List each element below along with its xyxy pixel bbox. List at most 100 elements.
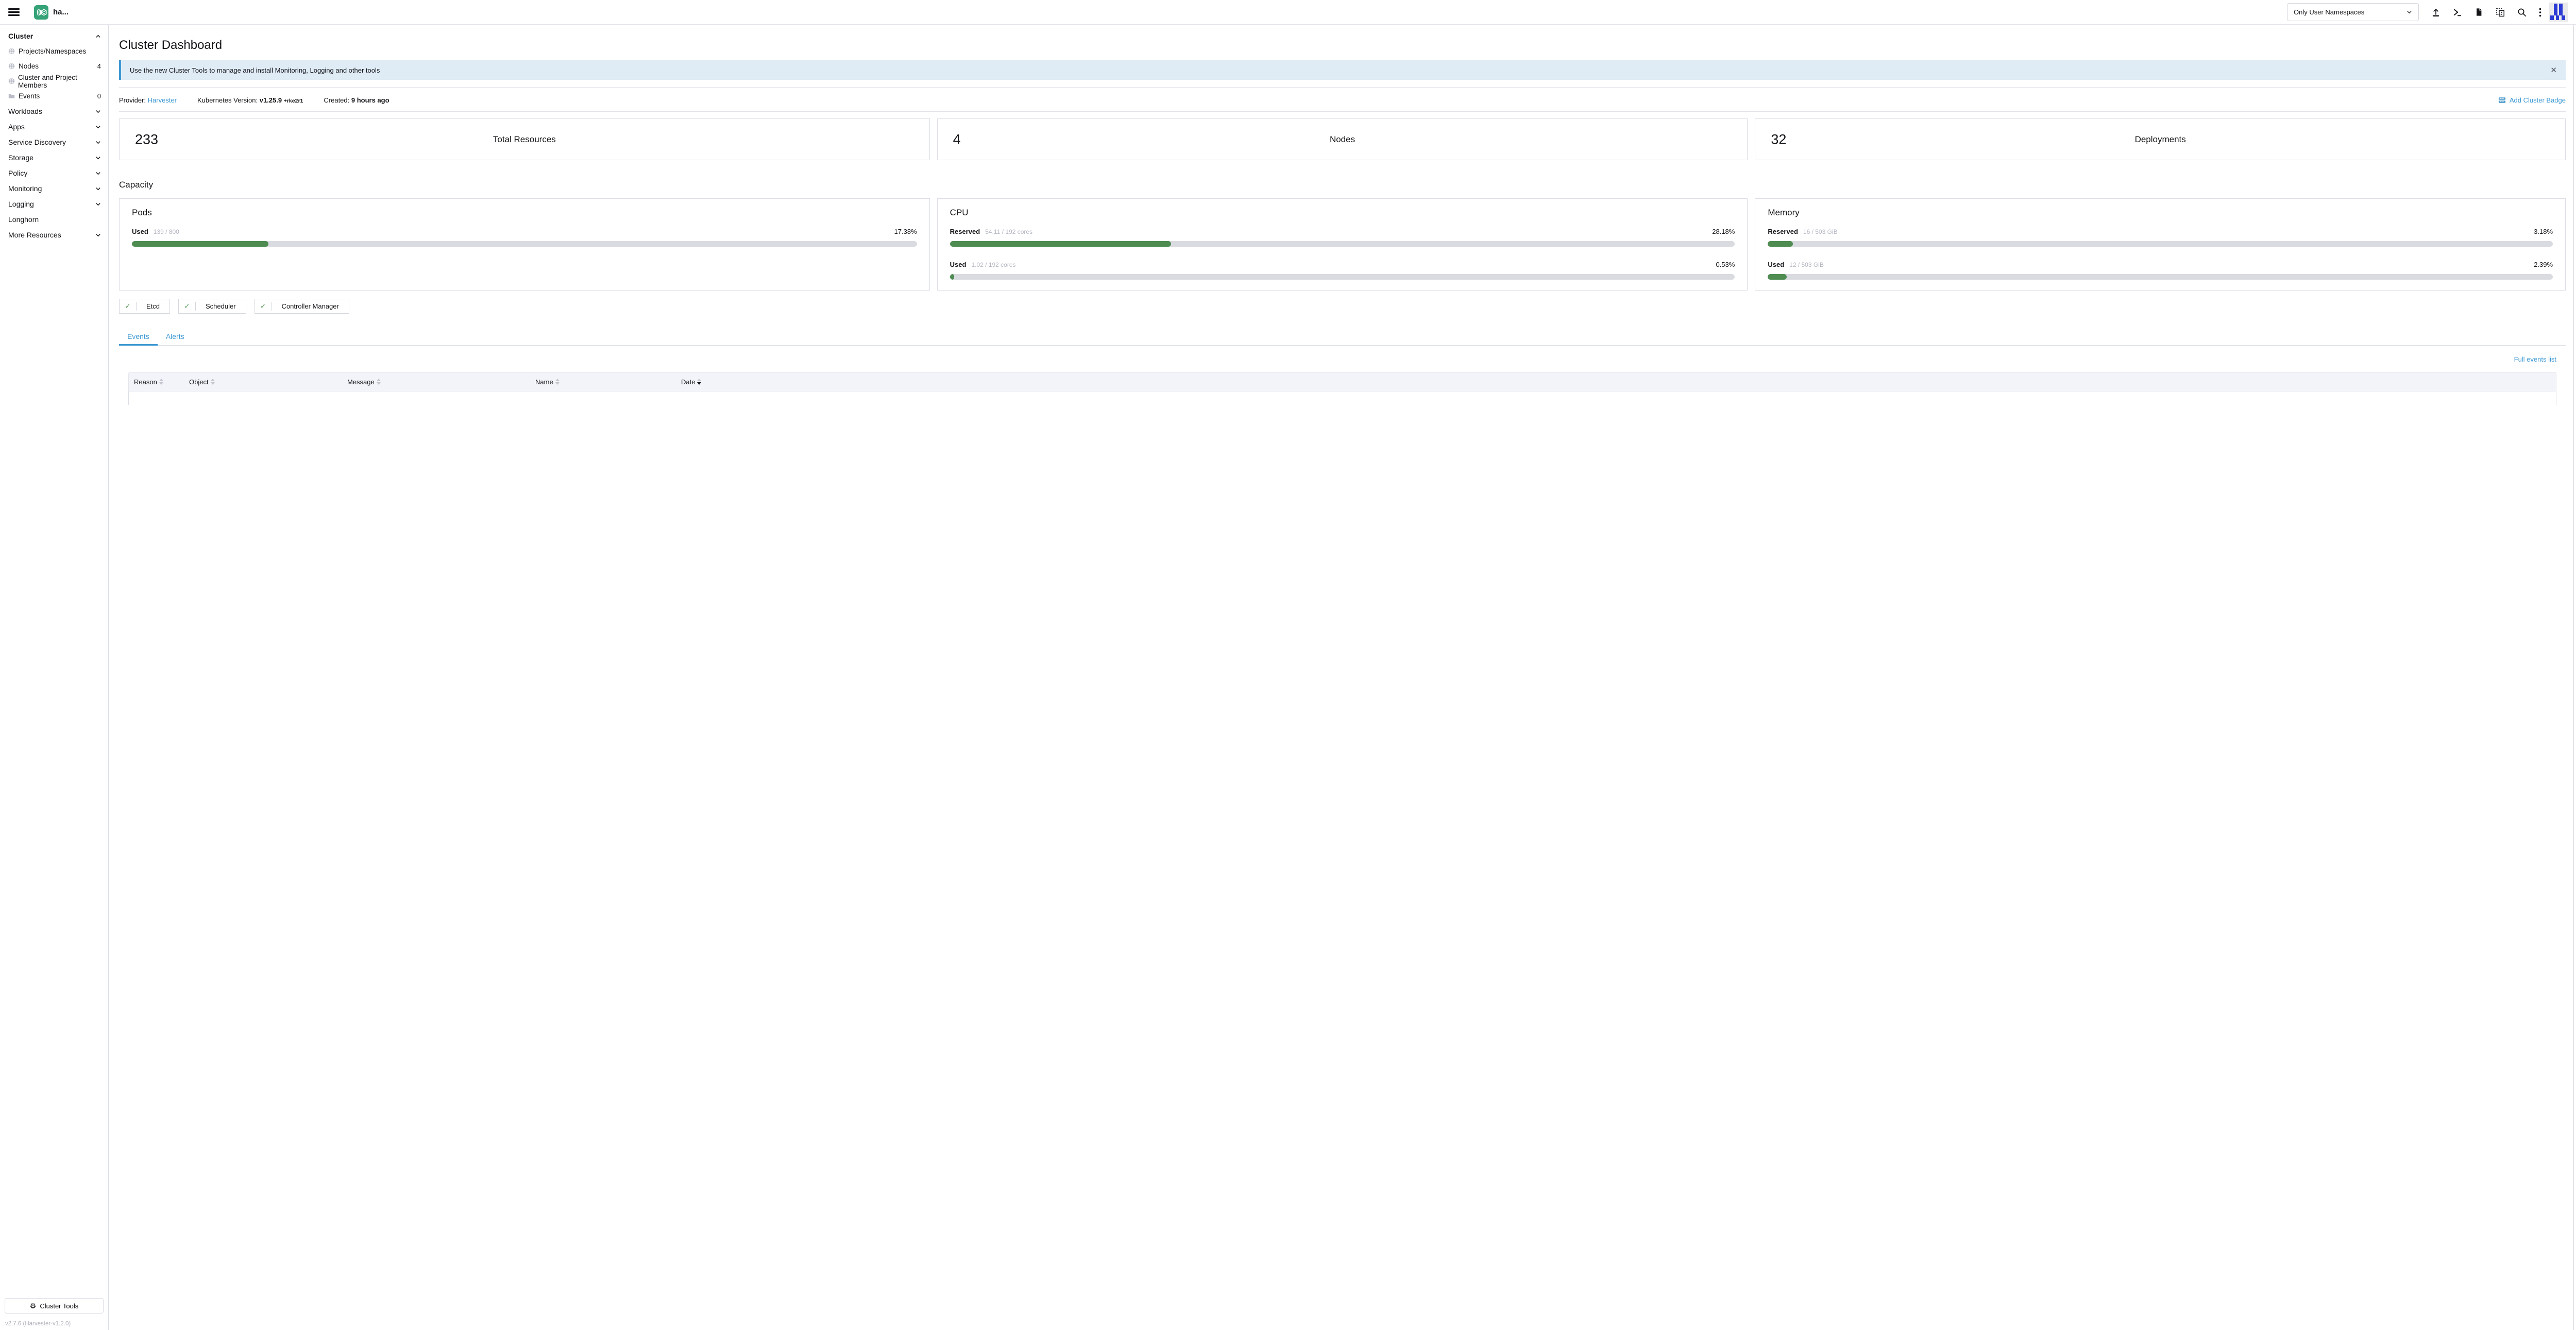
- sidebar-item-label: Nodes: [19, 62, 39, 70]
- events-table-body: [128, 391, 2556, 405]
- scrollbar[interactable]: [2573, 25, 2574, 1330]
- column-label: Message: [347, 378, 375, 386]
- chevron-down-icon: [95, 109, 101, 114]
- sidebar-group-storage[interactable]: Storage: [0, 150, 108, 165]
- sort-icon: [377, 379, 381, 385]
- chevron-down-icon: [95, 201, 101, 207]
- kubectl-shell-icon[interactable]: [2453, 8, 2462, 17]
- sidebar-group-cluster[interactable]: Cluster: [0, 28, 108, 44]
- sidebar-item-nodes[interactable]: Nodes 4: [0, 59, 108, 74]
- namespace-filter-value: Only User Namespaces: [2294, 8, 2364, 16]
- sidebar-group-longhorn[interactable]: Longhorn: [0, 212, 108, 227]
- progress-fill: [950, 241, 1171, 247]
- tab-alerts[interactable]: Alerts: [158, 328, 193, 345]
- meter-detail: 1.02 / 192 cores: [971, 261, 1015, 268]
- provider-link[interactable]: Harvester: [148, 96, 177, 104]
- column-header-reason[interactable]: Reason: [129, 378, 189, 386]
- column-label: Object: [189, 378, 209, 386]
- folder-icon: [8, 93, 15, 99]
- k8s-version-value: v1.25.9: [260, 96, 282, 104]
- column-header-date[interactable]: Date: [681, 378, 2556, 386]
- hamburger-icon[interactable]: [8, 6, 20, 18]
- meter-detail: 139 / 800: [154, 228, 179, 235]
- full-events-list-link[interactable]: Full events list: [119, 355, 2556, 363]
- sidebar-item-count: 0: [97, 92, 101, 100]
- sidebar-group-label: Service Discovery: [8, 138, 66, 146]
- meter-cpu-used: Used 1.02 / 192 cores 0.53%: [950, 261, 1735, 280]
- sidebar-item-label: Projects/Namespaces: [19, 47, 86, 55]
- globe-icon: [8, 63, 15, 70]
- check-icon: ✓: [255, 302, 272, 311]
- check-icon: ✓: [179, 302, 196, 311]
- sidebar-group-label: Monitoring: [8, 184, 42, 193]
- sidebar-group-workloads[interactable]: Workloads: [0, 104, 108, 119]
- top-bar: ha... Only User Namespaces: [0, 0, 2576, 25]
- file-icon[interactable]: [2475, 8, 2483, 16]
- search-icon[interactable]: [2517, 8, 2527, 17]
- meter-percent: 2.39%: [2534, 261, 2553, 268]
- sidebar-group-label: Workloads: [8, 107, 42, 115]
- sidebar-group-label: Longhorn: [8, 215, 39, 224]
- upload-icon[interactable]: [2431, 8, 2441, 17]
- chevron-down-icon: [95, 155, 101, 161]
- status-badge-label: Etcd: [137, 302, 170, 310]
- sort-icon: [159, 379, 163, 385]
- cluster-tools-button[interactable]: ⚙ Cluster Tools: [5, 1298, 104, 1314]
- chevron-down-icon: [95, 186, 101, 192]
- globe-icon: [8, 48, 15, 55]
- sidebar-group-label: Cluster: [8, 32, 33, 40]
- sidebar-item-cluster-and-project-members[interactable]: Cluster and Project Members: [0, 74, 108, 89]
- chevron-up-icon: [95, 33, 101, 39]
- capacity-card-title: CPU: [950, 208, 1735, 218]
- stat-label: Deployments: [1755, 119, 2565, 160]
- column-header-message[interactable]: Message: [347, 378, 535, 386]
- capacity-card-title: Memory: [1768, 208, 2553, 218]
- created-label: Created:: [324, 96, 349, 104]
- cluster-name: ha...: [53, 8, 69, 16]
- sidebar-item-projects-namespaces[interactable]: Projects/Namespaces: [0, 44, 108, 59]
- add-cluster-badge-link[interactable]: Add Cluster Badge: [2498, 96, 2566, 104]
- harvester-logo: [34, 5, 48, 20]
- sort-icon: [555, 379, 560, 385]
- sidebar-group-policy[interactable]: Policy: [0, 165, 108, 181]
- sidebar-group-monitoring[interactable]: Monitoring: [0, 181, 108, 196]
- capacity-card-title: Pods: [132, 208, 917, 218]
- status-badge-scheduler: ✓ Scheduler: [178, 299, 246, 314]
- sidebar-group-apps[interactable]: Apps: [0, 119, 108, 134]
- stat-card-deployments: 32 Deployments: [1755, 118, 2566, 160]
- sidebar-group-label: Apps: [8, 123, 25, 131]
- avatar[interactable]: [2549, 3, 2568, 22]
- status-badge-controller-manager: ✓ Controller Manager: [255, 299, 349, 314]
- sidebar-item-events[interactable]: Events 0: [0, 89, 108, 104]
- kebab-menu-icon[interactable]: [2539, 8, 2541, 17]
- sidebar-item-label: Cluster and Project Members: [18, 74, 101, 89]
- gear-icon: ⚙: [30, 1302, 37, 1309]
- namespace-filter-select[interactable]: Only User Namespaces: [2287, 3, 2419, 21]
- banner-text: Use the new Cluster Tools to manage and …: [130, 66, 380, 74]
- meter-percent: 28.18%: [1712, 228, 1735, 235]
- stat-cards: 233 Total Resources 4 Nodes 32 Deploymen…: [119, 118, 2566, 160]
- close-icon[interactable]: ✕: [2550, 65, 2557, 75]
- events-table-header: Reason Object Message Name Date: [128, 372, 2556, 391]
- created-item: Created: 9 hours ago: [324, 96, 389, 104]
- meter-label: Reserved: [1768, 228, 1798, 235]
- meter-detail: 12 / 503 GiB: [1789, 261, 1824, 268]
- column-header-object[interactable]: Object: [189, 378, 347, 386]
- meter-detail: 54.11 / 192 cores: [985, 228, 1032, 235]
- divider: [119, 111, 2566, 112]
- progress-fill: [132, 241, 268, 247]
- tab-events[interactable]: Events: [119, 328, 158, 345]
- sidebar-group-service-discovery[interactable]: Service Discovery: [0, 134, 108, 150]
- meter-label: Used: [950, 261, 967, 268]
- copy-icon[interactable]: [2496, 8, 2505, 17]
- divider: [119, 87, 2566, 88]
- sidebar-group-more-resources[interactable]: More Resources: [0, 227, 108, 243]
- cluster-tools-banner: Use the new Cluster Tools to manage and …: [119, 60, 2566, 80]
- sidebar-group-logging[interactable]: Logging: [0, 196, 108, 212]
- k8s-version-suffix: +rke2r1: [284, 98, 303, 104]
- column-header-name[interactable]: Name: [535, 378, 681, 386]
- status-badge-etcd: ✓ Etcd: [119, 299, 170, 314]
- sidebar-group-label: Storage: [8, 154, 33, 162]
- events-table: Reason Object Message Name Date: [128, 372, 2556, 405]
- sidebar-item-label: Events: [19, 92, 40, 100]
